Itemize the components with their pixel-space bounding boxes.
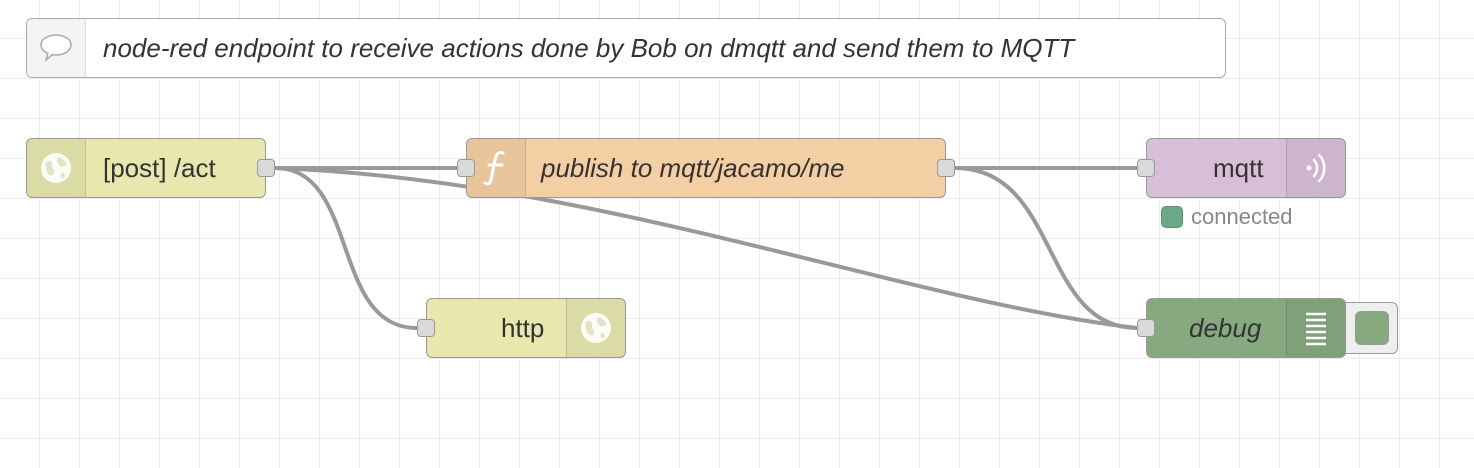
- comment-icon-box: [27, 19, 86, 77]
- http-response-label: http: [501, 312, 545, 343]
- status-dot: [1161, 206, 1183, 228]
- debug-input-port[interactable]: [1137, 319, 1155, 337]
- globe-icon: [41, 153, 71, 183]
- debug-node[interactable]: debug: [1137, 298, 1346, 358]
- http-response-icon-box: [566, 299, 625, 357]
- comment-node[interactable]: node-red endpoint to receive actions don…: [26, 18, 1226, 78]
- comment-text: node-red endpoint to receive actions don…: [103, 32, 1075, 63]
- wire-http-in-to-http-response[interactable]: [274, 166, 418, 330]
- flow-canvas[interactable]: node-red endpoint to receive actions don…: [0, 0, 1474, 468]
- debug-toggle-button[interactable]: [1355, 311, 1389, 345]
- http-in-icon-box: [27, 139, 86, 197]
- http-in-label: [post] /act: [103, 152, 216, 183]
- globe-icon: [581, 313, 611, 343]
- comment-icon: [40, 34, 72, 63]
- function-icon: [483, 151, 505, 186]
- debug-toggle[interactable]: [1338, 302, 1398, 354]
- debug-icon-box: [1286, 299, 1345, 357]
- debug-label: debug: [1189, 312, 1262, 343]
- function-label: publish to mqtt/jacamo/me: [541, 152, 845, 183]
- function-input-port[interactable]: [457, 159, 475, 177]
- mqtt-icon-box: [1286, 139, 1345, 197]
- mqtt-label: mqtt: [1213, 152, 1264, 183]
- function-output-port[interactable]: [937, 159, 955, 177]
- http-response-node[interactable]: http: [417, 298, 626, 358]
- http-in-node[interactable]: [post] /act: [26, 138, 275, 198]
- mqtt-status: connected: [1161, 204, 1293, 230]
- http-in-output-port[interactable]: [257, 159, 275, 177]
- http-response-input-port[interactable]: [417, 319, 435, 337]
- function-node[interactable]: publish to mqtt/jacamo/me: [457, 138, 955, 198]
- wire-function-to-debug[interactable]: [954, 166, 1138, 330]
- mqtt-status-text: connected: [1191, 204, 1293, 229]
- mqtt-input-port[interactable]: [1137, 159, 1155, 177]
- mqtt-icon: [1306, 153, 1326, 183]
- mqtt-out-node[interactable]: mqtt: [1137, 138, 1346, 198]
- debug-list-icon: [1306, 312, 1326, 346]
- function-icon-box: [467, 139, 526, 197]
